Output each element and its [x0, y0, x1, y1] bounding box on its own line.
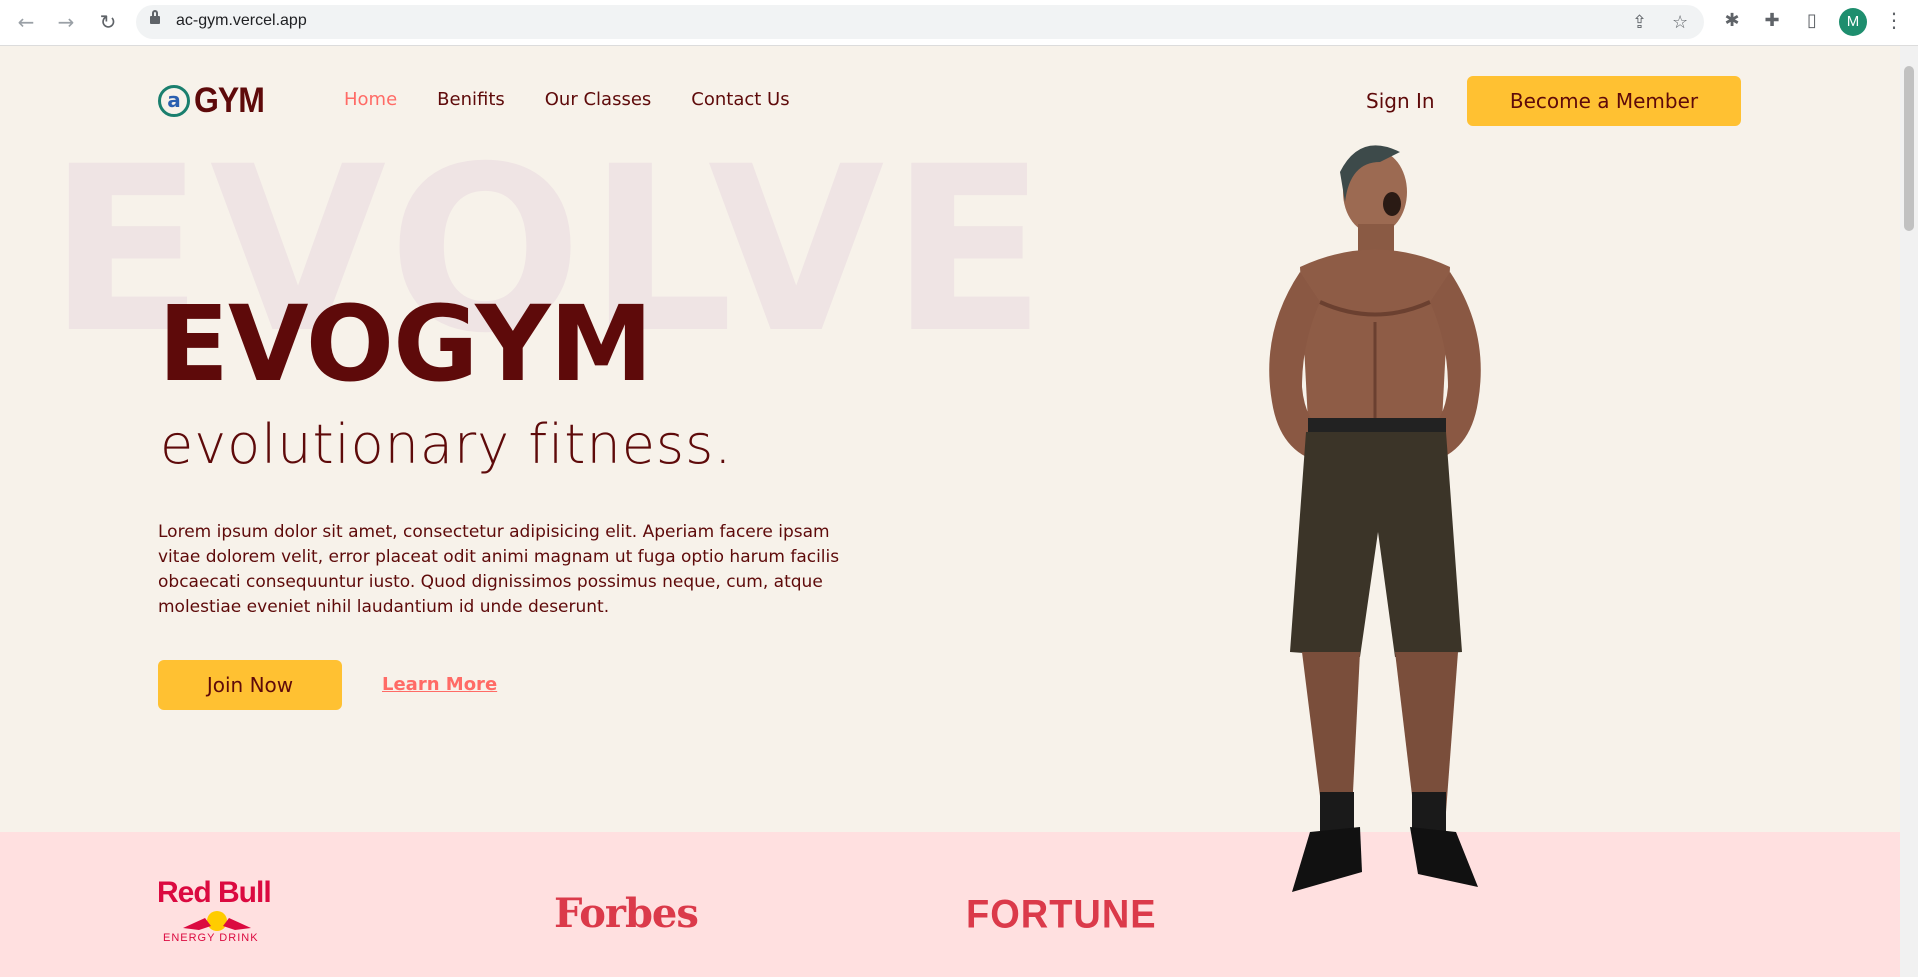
- nav-item-our-classes[interactable]: Our Classes: [545, 89, 652, 110]
- redbull-wordmark: Red Bull: [157, 876, 272, 909]
- forbes-logo: Forbes: [554, 890, 699, 937]
- bookmark-star-icon[interactable]: ☆: [1672, 12, 1688, 33]
- learn-more-link[interactable]: Learn More: [382, 674, 497, 695]
- page: EVOLVE a GYM Home Benifits Our Classes C…: [0, 46, 1900, 977]
- join-now-button[interactable]: Join Now: [158, 660, 342, 710]
- become-member-button[interactable]: Become a Member: [1467, 76, 1741, 126]
- scrollbar-thumb[interactable]: [1904, 66, 1914, 231]
- main-nav: Home Benifits Our Classes Contact Us: [344, 89, 790, 110]
- nav-item-contact-us[interactable]: Contact Us: [691, 89, 789, 110]
- nav-item-benefits[interactable]: Benifits: [437, 89, 505, 110]
- url-text[interactable]: ac-gym.vercel.app: [176, 12, 307, 30]
- sponsors-band: Red Bull ENERGY DRINK Forbes FORTUNE: [0, 832, 1900, 977]
- address-bar[interactable]: ac-gym.vercel.app ⇪ ☆: [136, 5, 1704, 39]
- redbull-logo: Red Bull ENERGY DRINK: [157, 878, 277, 948]
- fortune-logo: FORTUNE: [966, 892, 1157, 938]
- scrollbar[interactable]: [1900, 46, 1918, 977]
- menu-kebab-icon[interactable]: ⋮: [1884, 8, 1904, 32]
- profile-avatar[interactable]: M: [1839, 8, 1867, 36]
- nav-item-home[interactable]: Home: [344, 89, 397, 110]
- site-logo[interactable]: a GYM: [158, 80, 265, 120]
- extension-bug-icon[interactable]: ✱: [1720, 10, 1744, 31]
- reload-icon[interactable]: ↻: [96, 10, 120, 34]
- extensions-puzzle-icon[interactable]: ✚: [1760, 10, 1784, 31]
- logo-text: GYM: [194, 80, 265, 120]
- browser-toolbar: ← → ↻ ac-gym.vercel.app ⇪ ☆ ✱ ✚ ▯ M ⋮: [0, 0, 1918, 46]
- forward-icon[interactable]: →: [54, 10, 78, 34]
- lock-icon: [150, 10, 160, 24]
- logo-mark-icon: a: [158, 84, 190, 117]
- hero-description: Lorem ipsum dolor sit amet, consectetur …: [158, 522, 840, 617]
- share-icon[interactable]: ⇪: [1632, 12, 1647, 33]
- redbull-bulls-icon: [183, 911, 251, 931]
- hero-title: EVOGYM: [158, 283, 653, 405]
- sign-in-link[interactable]: Sign In: [1366, 89, 1435, 113]
- hero-subtitle: evolutionary fitness.: [160, 413, 733, 476]
- side-panel-icon[interactable]: ▯: [1800, 10, 1824, 31]
- hero-athlete-image: [1269, 145, 1481, 892]
- back-icon[interactable]: ←: [14, 10, 38, 34]
